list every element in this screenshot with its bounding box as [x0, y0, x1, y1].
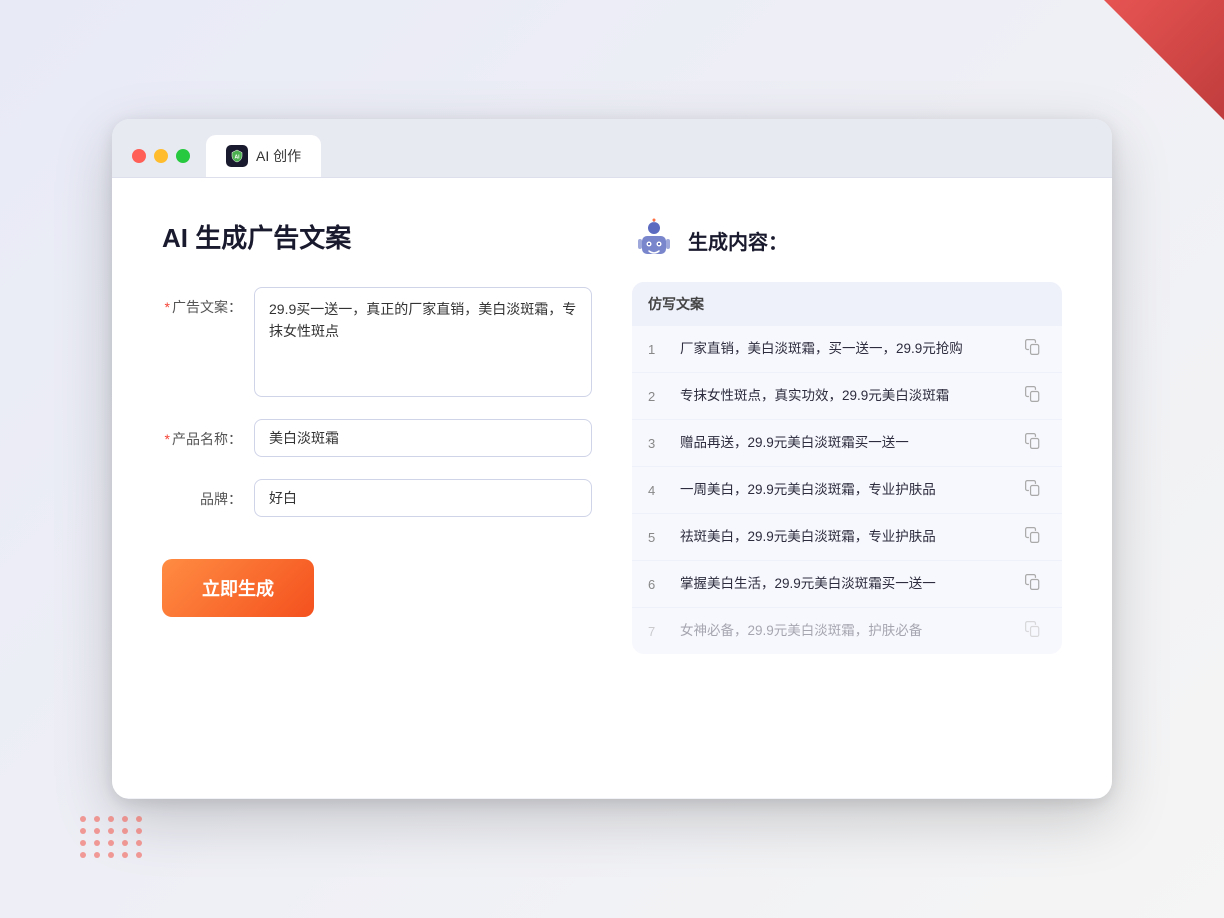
- table-header: 仿写文案: [632, 282, 1062, 326]
- product-name-label: *产品名称：: [162, 419, 242, 449]
- row-number: 4: [648, 483, 668, 498]
- copy-icon[interactable]: [1024, 479, 1046, 501]
- result-header: 生成内容：: [632, 218, 1062, 262]
- copy-icon[interactable]: [1024, 526, 1046, 548]
- tab-label: AI 创作: [256, 146, 301, 166]
- browser-window: AI AI 创作 AI 生成广告文案 *广告文案： 29.9买一送一，真正的厂家…: [112, 119, 1112, 799]
- ad-copy-group: *广告文案： 29.9买一送一，真正的厂家直销，美白淡斑霜，专抹女性斑点: [162, 287, 592, 397]
- ad-copy-label: *广告文案：: [162, 287, 242, 317]
- table-row: 1 厂家直销，美白淡斑霜，买一送一，29.9元抢购: [632, 326, 1062, 373]
- row-text: 掌握美白生活，29.9元美白淡斑霜买一送一: [680, 574, 1012, 594]
- table-row: 4 一周美白，29.9元美白淡斑霜，专业护肤品: [632, 467, 1062, 514]
- decorative-dots: [80, 816, 144, 858]
- table-row: 7 女神必备，29.9元美白淡斑霜，护肤必备: [632, 608, 1062, 654]
- right-panel: 生成内容： 仿写文案 1 厂家直销，美白淡斑霜，买一送一，29.9元抢购 2 专抹女…: [632, 218, 1062, 758]
- copy-icon[interactable]: [1024, 573, 1046, 595]
- close-button[interactable]: [132, 149, 146, 163]
- product-name-input[interactable]: [254, 419, 592, 457]
- table-row: 6 掌握美白生活，29.9元美白淡斑霜买一送一: [632, 561, 1062, 608]
- row-number: 6: [648, 577, 668, 592]
- window-controls: [132, 149, 190, 163]
- row-number: 2: [648, 389, 668, 404]
- table-row: 5 祛斑美白，29.9元美白淡斑霜，专业护肤品: [632, 514, 1062, 561]
- svg-text:AI: AI: [235, 155, 241, 161]
- generate-button[interactable]: 立即生成: [162, 559, 314, 617]
- row-number: 3: [648, 436, 668, 451]
- results-container: 1 厂家直销，美白淡斑霜，买一送一，29.9元抢购 2 专抹女性斑点，真实功效，29…: [632, 326, 1062, 654]
- required-star-1: *: [165, 299, 170, 315]
- robot-icon: [632, 218, 676, 262]
- row-number: 1: [648, 342, 668, 357]
- copy-icon[interactable]: [1024, 620, 1046, 642]
- browser-titlebar: AI AI 创作: [112, 119, 1112, 178]
- row-text: 赠品再送，29.9元美白淡斑霜买一送一: [680, 433, 1012, 453]
- brand-label: 品牌：: [162, 479, 242, 509]
- decorative-corner: [1104, 0, 1224, 120]
- minimize-button[interactable]: [154, 149, 168, 163]
- required-star-2: *: [165, 431, 170, 447]
- row-text: 祛斑美白，29.9元美白淡斑霜，专业护肤品: [680, 527, 1012, 547]
- copy-icon[interactable]: [1024, 432, 1046, 454]
- row-number: 7: [648, 624, 668, 639]
- row-text: 专抹女性斑点，真实功效，29.9元美白淡斑霜: [680, 386, 1012, 406]
- row-text: 一周美白，29.9元美白淡斑霜，专业护肤品: [680, 480, 1012, 500]
- result-title: 生成内容：: [688, 226, 788, 255]
- table-row: 3 赠品再送，29.9元美白淡斑霜买一送一: [632, 420, 1062, 467]
- brand-input[interactable]: [254, 479, 592, 517]
- copy-icon[interactable]: [1024, 338, 1046, 360]
- tab-icon: AI: [226, 145, 248, 167]
- copy-icon[interactable]: [1024, 385, 1046, 407]
- row-number: 5: [648, 530, 668, 545]
- maximize-button[interactable]: [176, 149, 190, 163]
- brand-group: 品牌：: [162, 479, 592, 517]
- page-title: AI 生成广告文案: [162, 218, 592, 255]
- result-table: 仿写文案 1 厂家直销，美白淡斑霜，买一送一，29.9元抢购 2 专抹女性斑点，真实…: [632, 282, 1062, 654]
- table-row: 2 专抹女性斑点，真实功效，29.9元美白淡斑霜: [632, 373, 1062, 420]
- left-panel: AI 生成广告文案 *广告文案： 29.9买一送一，真正的厂家直销，美白淡斑霜，…: [162, 218, 592, 758]
- row-text: 女神必备，29.9元美白淡斑霜，护肤必备: [680, 621, 1012, 641]
- browser-content: AI 生成广告文案 *广告文案： 29.9买一送一，真正的厂家直销，美白淡斑霜，…: [112, 178, 1112, 798]
- product-name-group: *产品名称：: [162, 419, 592, 457]
- ad-copy-input[interactable]: 29.9买一送一，真正的厂家直销，美白淡斑霜，专抹女性斑点: [254, 287, 592, 397]
- row-text: 厂家直销，美白淡斑霜，买一送一，29.9元抢购: [680, 339, 1012, 359]
- tab-ai-creation[interactable]: AI AI 创作: [206, 135, 321, 177]
